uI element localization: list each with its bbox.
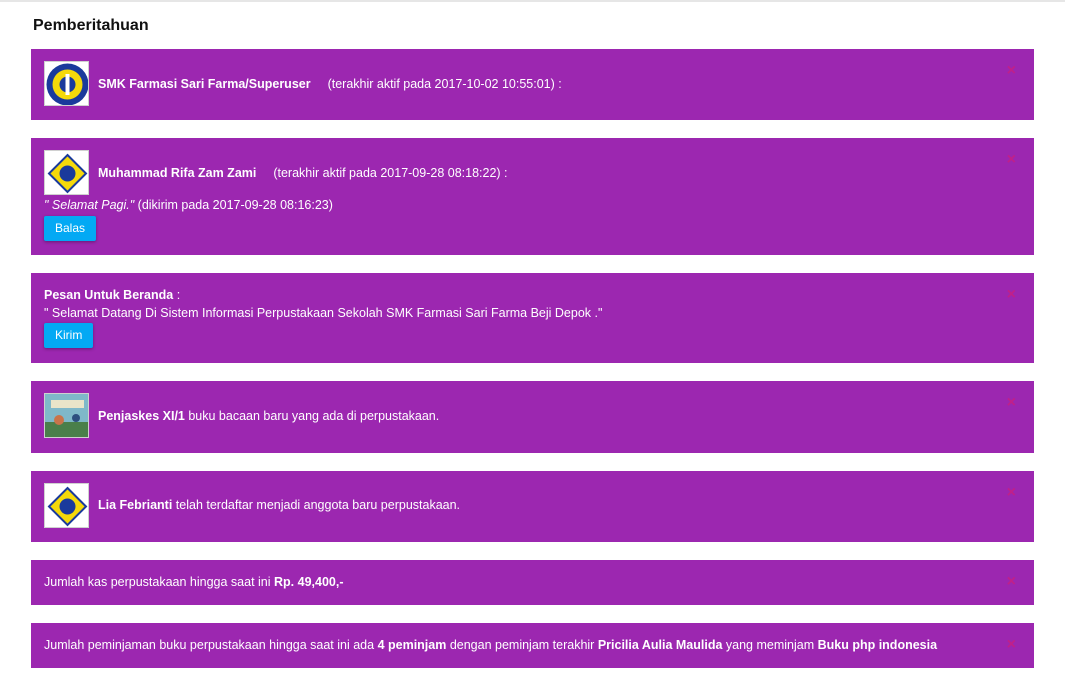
home-message-title-line: Pesan Untuk Beranda : bbox=[44, 288, 180, 302]
cash-text: Jumlah kas perpustakaan hingga saat ini bbox=[44, 575, 275, 589]
top-divider bbox=[0, 0, 1065, 2]
close-icon[interactable]: × bbox=[1007, 287, 1016, 303]
close-icon[interactable]: × bbox=[1007, 152, 1016, 168]
notification-new-book: Penjaskes XI/1 buku bacaan baru yang ada… bbox=[31, 381, 1034, 453]
loan-line: Jumlah peminjaman buku perpustakaan hing… bbox=[44, 638, 937, 652]
new-member-line: Lia Febrianti telah terdaftar menjadi an… bbox=[98, 498, 460, 512]
borrowed-book: Buku php indonesia bbox=[817, 638, 938, 652]
message-line: " Selamat Pagi." (dikirim pada 2017-09-2… bbox=[44, 198, 333, 212]
close-icon[interactable]: × bbox=[1007, 63, 1016, 79]
close-icon[interactable]: × bbox=[1007, 395, 1016, 411]
loan-middle2: yang meminjam bbox=[722, 638, 818, 652]
last-active: (terakhir aktif pada 2017-09-28 08:18:22… bbox=[273, 166, 508, 180]
close-icon[interactable]: × bbox=[1007, 574, 1016, 590]
notification-home-message: Pesan Untuk Beranda : " Selamat Datang D… bbox=[31, 273, 1034, 363]
message-text: " Selamat Pagi." bbox=[44, 198, 135, 212]
message-header: Muhammad Rifa Zam Zami (terakhir aktif p… bbox=[98, 166, 508, 180]
notification-cash: Jumlah kas perpustakaan hingga saat ini … bbox=[31, 560, 1034, 605]
book-cover-thumbnail bbox=[44, 393, 89, 438]
close-icon[interactable]: × bbox=[1007, 485, 1016, 501]
loan-count: 4 peminjam bbox=[377, 638, 447, 652]
cash-line: Jumlah kas perpustakaan hingga saat ini … bbox=[44, 575, 344, 589]
loan-middle: dengan peminjam terakhir bbox=[446, 638, 598, 652]
reply-button[interactable]: Balas bbox=[44, 216, 97, 241]
new-member-text: telah terdaftar menjadi anggota baru per… bbox=[172, 498, 461, 512]
home-message-text: " Selamat Datang Di Sistem Informasi Per… bbox=[44, 306, 603, 320]
member-name: Lia Febrianti bbox=[98, 498, 173, 512]
last-borrower: Pricilia Aulia Maulida bbox=[597, 638, 723, 652]
new-book-text: buku bacaan baru yang ada di perpustakaa… bbox=[184, 409, 440, 423]
cash-amount: Rp. 49,400,- bbox=[274, 575, 344, 589]
user-name: Muhammad Rifa Zam Zami bbox=[98, 166, 257, 180]
superuser-line: SMK Farmasi Sari Farma/Superuser (terakh… bbox=[98, 77, 562, 91]
school-logo-avatar bbox=[44, 61, 89, 106]
last-active: (terakhir aktif pada 2017-10-02 10:55:01… bbox=[327, 77, 562, 91]
sent-time: (dikirim pada 2017-09-28 08:16:23) bbox=[137, 198, 333, 212]
home-message-colon: : bbox=[176, 288, 181, 302]
send-button[interactable]: Kirim bbox=[44, 323, 94, 348]
new-book-line: Penjaskes XI/1 buku bacaan baru yang ada… bbox=[98, 409, 439, 423]
notification-message: Muhammad Rifa Zam Zami (terakhir aktif p… bbox=[31, 138, 1034, 255]
notification-new-member: Lia Febrianti telah terdaftar menjadi an… bbox=[31, 471, 1034, 542]
loan-prefix: Jumlah peminjaman buku perpustakaan hing… bbox=[44, 638, 378, 652]
close-icon[interactable]: × bbox=[1007, 637, 1016, 653]
user-avatar bbox=[44, 150, 89, 195]
member-avatar bbox=[44, 483, 89, 528]
book-title: Penjaskes XI/1 bbox=[98, 409, 185, 423]
page-title: Pemberitahuan bbox=[33, 17, 149, 34]
user-name: SMK Farmasi Sari Farma/Superuser bbox=[98, 77, 311, 91]
notification-loans: Jumlah peminjaman buku perpustakaan hing… bbox=[31, 623, 1034, 668]
notification-superuser: SMK Farmasi Sari Farma/Superuser (terakh… bbox=[31, 49, 1034, 120]
home-message-title: Pesan Untuk Beranda bbox=[44, 288, 174, 302]
